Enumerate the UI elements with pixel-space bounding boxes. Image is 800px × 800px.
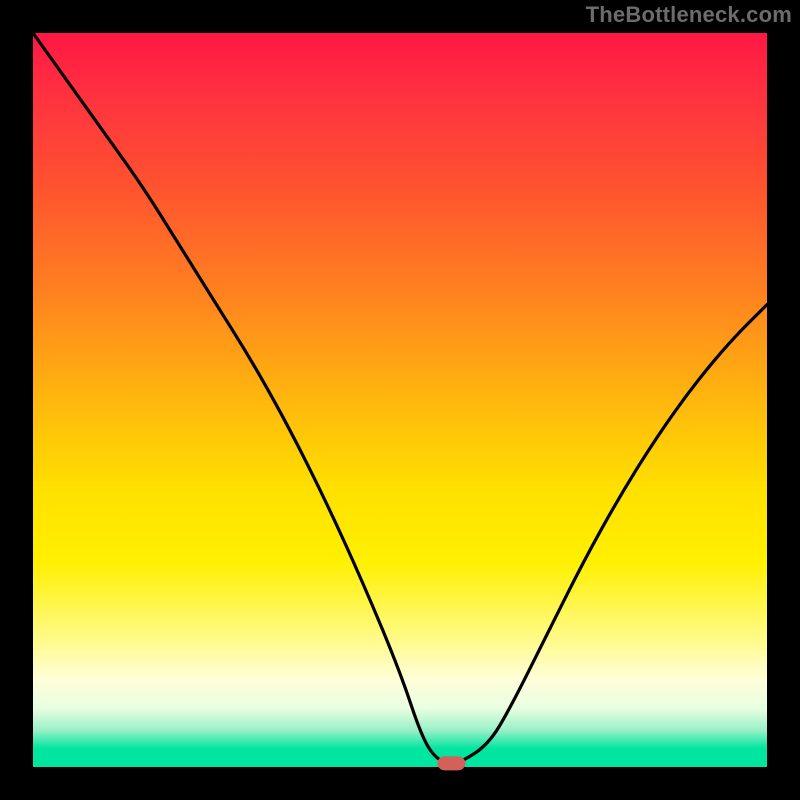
bottleneck-curve [33,33,767,763]
bottleneck-marker [437,756,465,770]
chart-svg [33,33,767,767]
attribution-text: TheBottleneck.com [586,2,792,28]
chart-plot-area [33,33,767,767]
